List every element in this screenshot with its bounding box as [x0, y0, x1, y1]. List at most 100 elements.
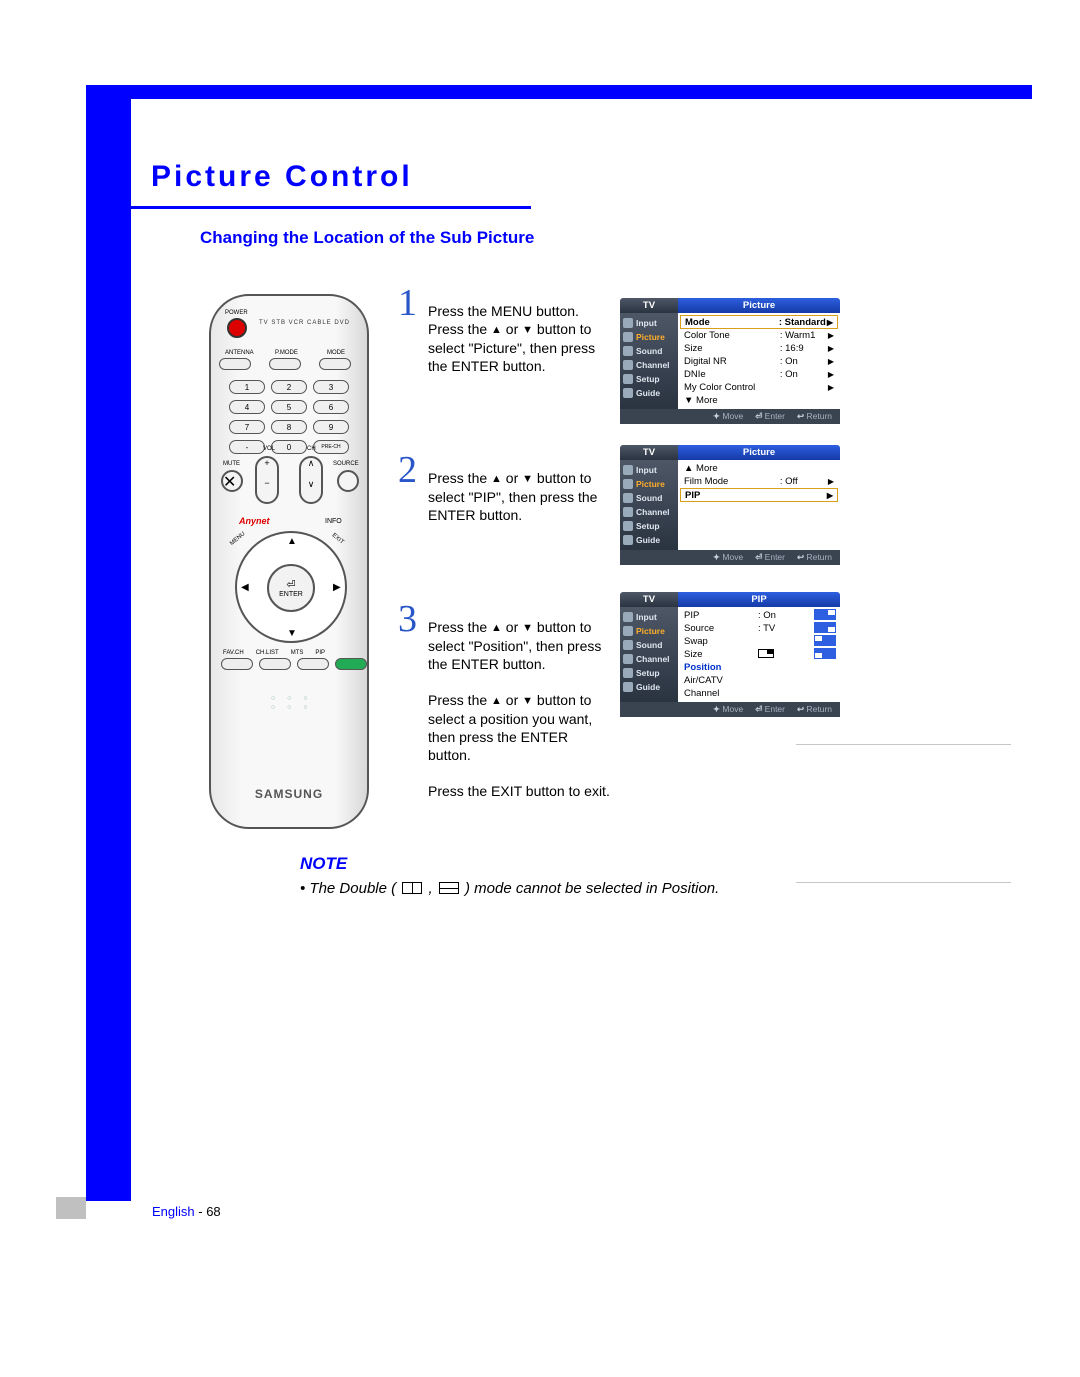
osd-sidebar-icon [623, 332, 633, 342]
chevron-right-icon: ▶ [828, 344, 834, 353]
mute-button: ✕ [221, 470, 243, 492]
up-arrow-icon: ▲ [491, 321, 502, 339]
osd-sidebar-item: Channel [620, 358, 678, 372]
osd-tv-tab: TV [620, 298, 678, 313]
osd-sidebar-item: Input [620, 463, 678, 477]
osd-sidebar-item: Guide [620, 386, 678, 400]
chlist-button [259, 658, 291, 670]
section-title-box: Picture Control [131, 150, 531, 209]
osd-sidebar-item: Input [620, 316, 678, 330]
osd-sidebar: InputPictureSoundChannelSetupGuide [620, 460, 678, 550]
down-arrow-icon: ▼ [522, 619, 533, 637]
mode-button [319, 358, 351, 370]
up-arrow-icon: ▲ [491, 470, 502, 488]
osd-sidebar: InputPictureSoundChannelSetupGuide [620, 607, 678, 702]
section-title: Picture Control [151, 160, 511, 194]
down-arrow-icon: ▼ [522, 692, 533, 710]
osd-sidebar-icon [623, 654, 633, 664]
osd-sidebar-icon [623, 640, 633, 650]
step-text: Press the [428, 470, 491, 486]
mode-row-label: TV STB VCR CABLE DVD [259, 320, 350, 326]
source-label: SOURCE [333, 461, 359, 467]
osd-menu-row: DNIe: On▶ [680, 368, 838, 381]
osd-sidebar-item: Picture [620, 477, 678, 491]
note-block: NOTE • The Double ( , ) mode cannot be s… [300, 854, 930, 897]
num-6: 6 [313, 400, 349, 414]
osd-menu-row: Swap [680, 635, 810, 648]
vol-rocker: +− [255, 456, 279, 504]
num-8: 8 [271, 420, 307, 434]
step-number: 1 [398, 294, 417, 312]
dpad-left-icon: ◀ [241, 582, 249, 593]
num-3: 3 [313, 380, 349, 394]
osd-sidebar-icon [623, 626, 633, 636]
osd-menu-row: Color Tone: Warm1▶ [680, 329, 838, 342]
osd-menu-row: My Color Control▶ [680, 381, 838, 394]
osd-sidebar-icon [623, 535, 633, 545]
osd-tv-tab: TV [620, 592, 678, 607]
osd-footer: ✦ Move⏎ Enter↩ Return [620, 702, 840, 717]
mute-label: MUTE [223, 461, 240, 467]
osd-menu-row: PIP▶ [680, 488, 838, 502]
divider [796, 744, 1011, 745]
osd-panel: Mode: Standard▶Color Tone: Warm1▶Size: 1… [678, 313, 840, 409]
num-5: 5 [271, 400, 307, 414]
mode-label: MODE [327, 350, 345, 356]
osd-menu-row: ▼ More [680, 394, 838, 407]
brand-logo: SAMSUNG [211, 787, 367, 801]
osd-tv-tab: TV [620, 445, 678, 460]
osd-sidebar-icon [623, 346, 633, 356]
osd-sidebar-item: Guide [620, 680, 678, 694]
num-4: 4 [229, 400, 265, 414]
osd-sidebar-item: Sound [620, 638, 678, 652]
osd-menu-row: Size: 16:9▶ [680, 342, 838, 355]
osd-menu-picture-2: TVPictureInputPictureSoundChannelSetupGu… [620, 445, 840, 565]
chevron-right-icon: ▶ [827, 318, 833, 327]
num-1: 1 [229, 380, 265, 394]
step-3: 3 Press the ▲ or ▼ button to select "Pos… [398, 618, 613, 800]
step-text: Press the [428, 692, 491, 708]
power-label: POWER [225, 310, 248, 316]
chevron-right-icon: ▶ [828, 370, 834, 379]
osd-sidebar-item: Setup [620, 372, 678, 386]
bottom-pill-row [221, 658, 367, 670]
osd-menu-pip: TVPIPInputPictureSoundChannelSetupGuideP… [620, 592, 840, 717]
osd-sidebar-item: Channel [620, 505, 678, 519]
osd-sidebar-icon [623, 479, 633, 489]
osd-menu-row: Mode: Standard▶ [680, 315, 838, 329]
pmode-label: P.MODE [275, 350, 298, 356]
osd-panel: ▲ MoreFilm Mode: Off▶PIP▶ [678, 460, 840, 550]
anynet-label: Anynet [239, 516, 270, 526]
step-text: or [502, 619, 522, 635]
left-border [86, 85, 131, 1201]
instruction-steps: 1 Press the MENU button. Press the ▲ or … [398, 302, 613, 894]
step-text: Press the [428, 619, 491, 635]
chevron-right-icon: ▶ [828, 357, 834, 366]
dpad-right-icon: ▶ [333, 582, 341, 593]
position-grid [814, 609, 838, 700]
exit-label: EXIT [331, 532, 345, 545]
step-1: 1 Press the MENU button. Press the ▲ or … [398, 302, 613, 375]
osd-menu-row: PIP: On [680, 609, 810, 622]
step-number: 2 [398, 461, 417, 479]
subheading: Changing the Location of the Sub Picture [200, 228, 534, 248]
chevron-right-icon: ▶ [828, 331, 834, 340]
dpad-down-icon: ▼ [287, 628, 297, 639]
osd-sidebar-item: Picture [620, 330, 678, 344]
osd-panel: PIP: OnSource: TVSwapSizePositionAir/CAT… [678, 607, 840, 702]
osd-sidebar-item: Setup [620, 666, 678, 680]
num-9: 9 [313, 420, 349, 434]
osd-title-tab: Picture [678, 445, 840, 460]
step-text: or [502, 692, 522, 708]
osd-sidebar-icon [623, 360, 633, 370]
osd-sidebar-item: Setup [620, 519, 678, 533]
osd-sidebar-item: Input [620, 610, 678, 624]
dpad-up-icon: ▲ [287, 536, 297, 547]
num-dash: - [229, 440, 265, 454]
step-number: 3 [398, 610, 417, 628]
osd-footer: ✦ Move⏎ Enter↩ Return [620, 550, 840, 565]
enter-button: ⏎ENTER [267, 564, 315, 612]
osd-sidebar-icon [623, 374, 633, 384]
osd-sidebar-icon [623, 612, 633, 622]
source-button [337, 470, 359, 492]
